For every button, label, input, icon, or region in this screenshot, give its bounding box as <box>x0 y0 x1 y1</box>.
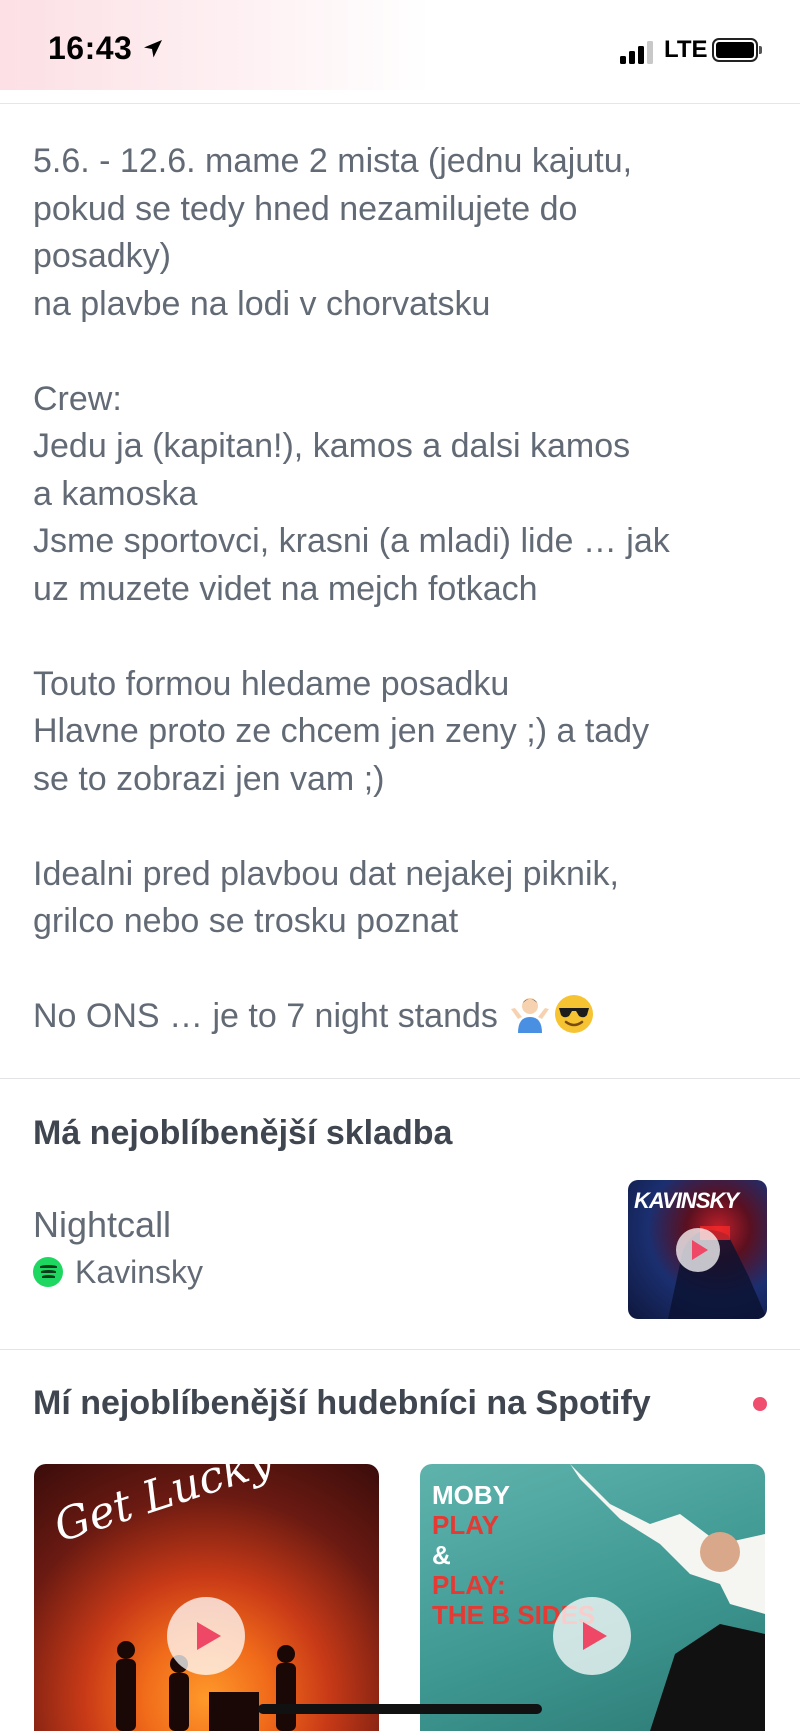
spotify-icon <box>33 1257 63 1287</box>
section-divider <box>0 1349 800 1350</box>
new-indicator-dot <box>753 1397 767 1411</box>
song-artist-row: Kavinsky <box>33 1252 203 1292</box>
status-divider <box>0 103 800 104</box>
song-title: Nightcall <box>33 1204 172 1245</box>
anthem-album-art[interactable]: KAVINSKY <box>628 1180 767 1319</box>
play-icon <box>197 1622 221 1650</box>
anthem-section-title: Má nejoblíbenější skladba <box>33 1114 453 1152</box>
play-button[interactable] <box>553 1597 631 1675</box>
play-button[interactable] <box>676 1228 720 1272</box>
cellular-signal-icon <box>620 40 656 64</box>
network-type: LTE <box>664 36 708 63</box>
song-artist: Kavinsky <box>75 1253 204 1290</box>
location-arrow-icon <box>144 40 162 58</box>
section-divider <box>0 1078 800 1079</box>
sunglasses-face-emoji <box>555 995 594 1033</box>
status-time: 16:43 <box>48 30 133 66</box>
home-indicator[interactable] <box>258 1704 542 1714</box>
profile-bio: 5.6. - 12.6. mame 2 mista (jednu kajutu,… <box>33 138 778 1041</box>
play-icon <box>583 1622 607 1650</box>
battery-icon <box>712 38 762 62</box>
status-bar: 16:43 LTE <box>0 0 800 104</box>
play-icon <box>692 1240 708 1260</box>
play-button[interactable] <box>167 1597 245 1675</box>
person-shrugging-emoji <box>511 998 550 1033</box>
top-artists-section-title: Mí nejoblíbenější hudebníci na Spotify <box>33 1384 651 1422</box>
artist-card-daft-punk[interactable]: Get Lucky <box>34 1464 379 1731</box>
bio-text: 5.6. - 12.6. mame 2 mista (jednu kajutu,… <box>33 142 670 1035</box>
artist-card-moby[interactable]: MOBY PLAY & PLAY: THE B SIDES <box>420 1464 765 1731</box>
